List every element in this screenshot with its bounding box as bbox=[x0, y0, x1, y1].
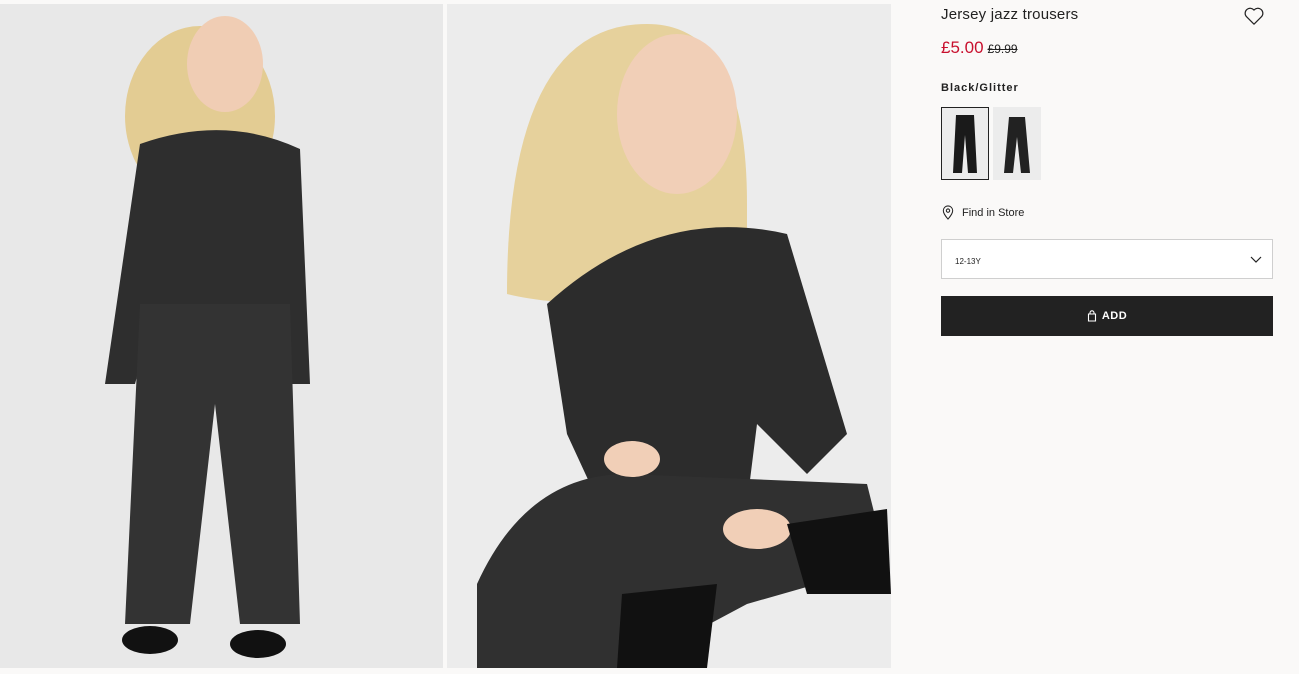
location-pin-icon bbox=[942, 205, 954, 220]
color-name: Black/Glitter bbox=[941, 82, 1019, 94]
girl-sitting-photo bbox=[447, 4, 891, 668]
original-price: £9.99 bbox=[987, 42, 1018, 56]
girl-standing-photo bbox=[0, 4, 443, 668]
trousers-thumbnail-icon bbox=[953, 114, 977, 173]
trousers-thumbnail-icon bbox=[1004, 116, 1030, 173]
add-to-bag-button[interactable]: ADD bbox=[941, 296, 1273, 336]
swatch-black-glitter[interactable] bbox=[941, 107, 989, 180]
product-image-standing[interactable] bbox=[0, 4, 443, 668]
heart-icon[interactable] bbox=[1243, 6, 1265, 26]
size-select-value: 12-13Y bbox=[955, 257, 981, 266]
product-image-sitting[interactable] bbox=[447, 4, 891, 668]
sale-price: £5.00 bbox=[941, 38, 984, 57]
product-gallery bbox=[0, 4, 891, 668]
price: £5.00 £9.99 bbox=[941, 38, 1018, 58]
find-in-store-label: Find in Store bbox=[962, 206, 1025, 219]
add-button-label: ADD bbox=[1101, 310, 1128, 322]
bag-icon bbox=[1087, 310, 1096, 322]
size-select[interactable]: 12-13Y bbox=[941, 239, 1273, 279]
find-in-store-link[interactable]: Find in Store bbox=[941, 205, 1024, 220]
chevron-down-icon bbox=[1250, 256, 1262, 263]
color-swatches bbox=[941, 107, 1041, 180]
product-title: Jersey jazz trousers bbox=[941, 6, 1079, 23]
swatch-alternate[interactable] bbox=[993, 107, 1041, 180]
